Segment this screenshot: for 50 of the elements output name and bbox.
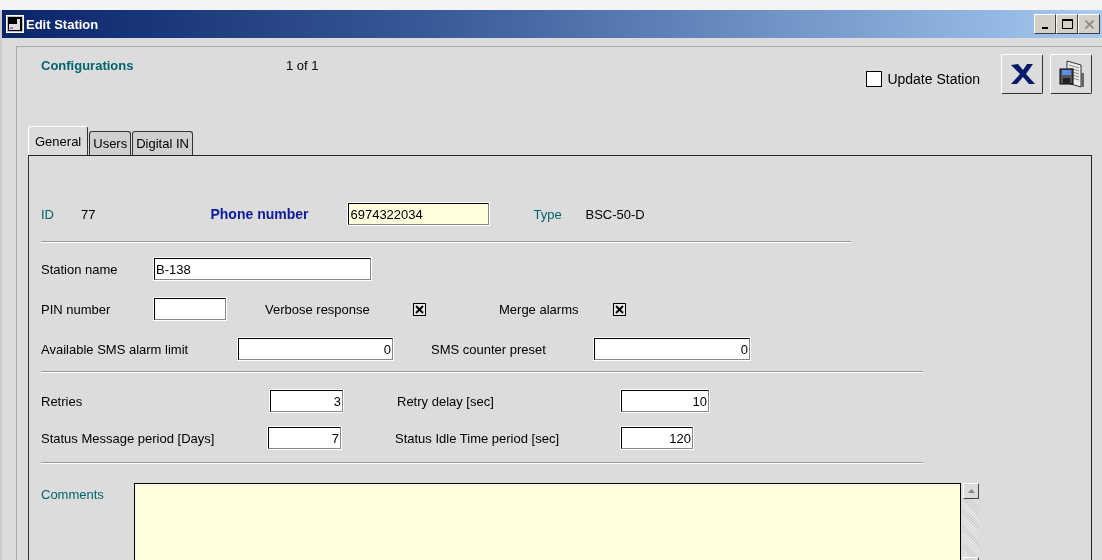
field-label: Retries — [41, 393, 84, 409]
field-label: SMS counter preset — [431, 341, 547, 357]
input-field[interactable]: 120 — [621, 427, 693, 449]
scroll-up-button[interactable] — [963, 483, 979, 499]
field-label: Station name — [41, 261, 119, 277]
close-icon — [1084, 19, 1094, 29]
checkbox-label: Update Station — [887, 71, 980, 87]
maximize-icon — [1061, 19, 1073, 29]
field-label: Verbose response — [265, 301, 371, 317]
minimize-button[interactable] — [1034, 14, 1056, 34]
section-title: Configurations — [41, 58, 135, 73]
floppy-disk-icon — [1057, 59, 1085, 89]
field-label: Merge alarms — [499, 301, 580, 317]
save-button[interactable] — [1050, 54, 1092, 94]
field-label: Status Message period [Days] — [41, 430, 216, 446]
input-field[interactable]: 0 — [594, 338, 750, 360]
cancel-button[interactable] — [1001, 54, 1043, 94]
tab[interactable]: Digital IN — [132, 131, 193, 155]
field-label: Phone number — [210, 206, 310, 222]
window-title: Edit Station — [26, 16, 100, 32]
record-counter: 1 of 1 — [286, 58, 320, 73]
field-label: Status Idle Time period [sec] — [395, 430, 561, 446]
checkbox[interactable] — [866, 71, 883, 87]
input-field[interactable]: 10 — [621, 390, 709, 412]
input-field[interactable]: 3 — [270, 390, 343, 412]
cancel-icon — [1008, 61, 1036, 87]
tab[interactable]: Users — [89, 131, 132, 155]
maximize-button[interactable] — [1056, 14, 1078, 34]
field-label: Available SMS alarm limit — [41, 341, 190, 357]
tab[interactable]: General — [28, 126, 89, 155]
field-value: BSC-50-D — [585, 206, 645, 222]
close-button[interactable] — [1078, 14, 1100, 34]
checkbox[interactable] — [413, 302, 426, 316]
input-field[interactable]: 0 — [238, 338, 393, 360]
field-label: ID — [41, 206, 55, 222]
field-label: PIN number — [41, 301, 112, 317]
field-label: Retry delay [sec] — [397, 393, 495, 409]
input-field[interactable]: 6974322034 — [348, 203, 490, 225]
field-value: 77 — [81, 206, 96, 222]
scrollbar[interactable] — [963, 483, 979, 560]
window-icon — [6, 15, 24, 33]
input-field[interactable]: 7 — [268, 427, 341, 449]
input-field[interactable]: B-138 — [154, 258, 371, 280]
checkbox[interactable] — [613, 302, 626, 316]
comments-field[interactable] — [134, 483, 961, 560]
arrow-up-icon — [967, 489, 975, 493]
minimize-icon — [1042, 27, 1048, 29]
field-label: Comments — [41, 487, 105, 502]
field-label: Type — [533, 206, 563, 222]
input-field[interactable] — [154, 298, 226, 320]
